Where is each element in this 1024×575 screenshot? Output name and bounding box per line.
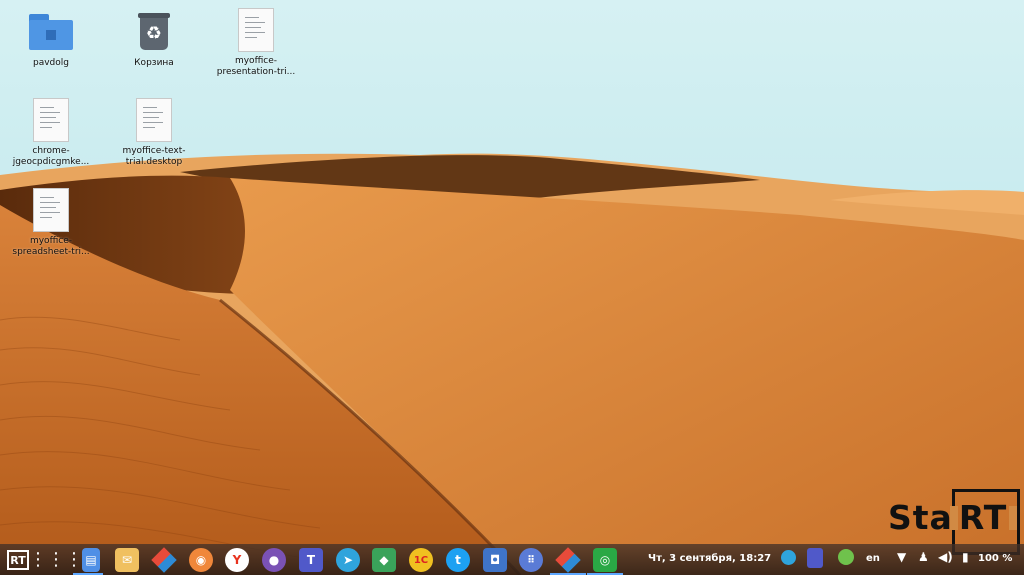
teams-tray-icon[interactable] bbox=[807, 548, 823, 571]
maps-button[interactable]: ◆ bbox=[371, 547, 397, 573]
chrome-app-icon: ◎ bbox=[593, 548, 617, 572]
file-manager-button[interactable]: ▤ bbox=[78, 547, 104, 573]
twitter-icon: t bbox=[446, 548, 470, 572]
trash-icon: ♻ bbox=[130, 10, 178, 54]
maps-icon: ◆ bbox=[372, 548, 396, 572]
chrome-app-button[interactable]: ◎ bbox=[592, 547, 618, 573]
logo-text-boxed: RT bbox=[958, 498, 1008, 537]
home-folder-icon bbox=[27, 10, 75, 54]
desktop-icon-presentation[interactable]: myoffice-presentation-tri... bbox=[208, 8, 304, 78]
desktop-icon-trash[interactable]: ♻ Корзина bbox=[106, 10, 202, 69]
desktop-icon-label: myoffice-text-trial.desktop bbox=[122, 146, 186, 167]
desktop-file-icon bbox=[232, 8, 280, 52]
desktop-file-icon bbox=[27, 188, 75, 232]
yandex-browser-icon: Y bbox=[225, 548, 249, 572]
desktop-icon-label: myoffice-presentation-tri... bbox=[216, 56, 296, 77]
desktop: pavdolg ♻ Корзина myoffice-presentation-… bbox=[0, 0, 1024, 575]
firefox-icon: ◉ bbox=[189, 548, 213, 572]
firefox-button[interactable]: ◉ bbox=[188, 547, 214, 573]
screenshot-icon: ◘ bbox=[483, 548, 507, 572]
wifi-icon[interactable]: ▼ bbox=[897, 550, 906, 564]
myoffice-icon bbox=[151, 547, 177, 573]
file-manager-icon: ▤ bbox=[82, 548, 100, 572]
start-menu-button[interactable]: RT bbox=[5, 547, 31, 573]
rt-logo-icon: RT bbox=[7, 550, 29, 570]
start-logo: Sta RT bbox=[886, 488, 1022, 555]
apps-button[interactable]: ⠿ bbox=[518, 547, 544, 573]
mail-icon: ✉ bbox=[115, 548, 139, 572]
yandex-browser-button[interactable]: Y bbox=[224, 547, 250, 573]
update-icon[interactable] bbox=[838, 549, 854, 568]
desktop-icon-label: chrome-jgeocpdicgmke... bbox=[12, 146, 90, 167]
telegram-button[interactable]: ➤ bbox=[335, 547, 361, 573]
desktop-icon-home[interactable]: pavdolg bbox=[3, 10, 99, 69]
myoffice-button[interactable] bbox=[151, 547, 177, 573]
mail-button[interactable]: ✉ bbox=[114, 547, 140, 573]
myoffice-button-2[interactable] bbox=[555, 547, 581, 573]
apps-icon: ⠿ bbox=[519, 548, 543, 572]
clock[interactable]: Чт, 3 сентября, 18:27 bbox=[648, 553, 771, 564]
keyboard-layout[interactable]: en bbox=[866, 553, 880, 564]
vpn-icon[interactable]: ♟ bbox=[918, 550, 929, 564]
telegram-tray-icon[interactable] bbox=[781, 550, 796, 568]
desktop-icon-text[interactable]: myoffice-text-trial.desktop bbox=[106, 98, 202, 168]
desktop-file-icon bbox=[130, 98, 178, 142]
desktop-icon-chrome[interactable]: chrome-jgeocpdicgmke... bbox=[3, 98, 99, 168]
battery-percent: 100 % bbox=[978, 553, 1013, 564]
pidgin-button[interactable]: ● bbox=[261, 547, 287, 573]
telegram-icon: ➤ bbox=[336, 548, 360, 572]
screenshot-button[interactable]: ◘ bbox=[482, 547, 508, 573]
myoffice-icon bbox=[555, 547, 581, 573]
desktop-file-icon bbox=[27, 98, 75, 142]
logo-text-left: Sta bbox=[888, 498, 953, 537]
taskbar: RT ⋮⋮⋮ ▤ ✉ ◉ Y ● T ➤ ◆ 1C t ◘ ⠿ ◎ Чт, 3 … bbox=[0, 544, 1024, 575]
teams-icon: T bbox=[299, 548, 323, 572]
app-grid-icon: ⋮⋮⋮ bbox=[29, 549, 83, 570]
teams-button[interactable]: T bbox=[298, 547, 324, 573]
twitter-button[interactable]: t bbox=[445, 547, 471, 573]
desktop-icon-label: pavdolg bbox=[33, 58, 69, 68]
app-grid-button[interactable]: ⋮⋮⋮ bbox=[29, 547, 83, 573]
1c-icon: 1C bbox=[409, 548, 433, 572]
desktop-icon-spreadsheet[interactable]: myoffice-spreadsheet-tri... bbox=[3, 188, 99, 258]
pidgin-icon: ● bbox=[262, 548, 286, 572]
battery-icon[interactable]: ▮ bbox=[962, 550, 969, 564]
volume-icon[interactable]: ◀) bbox=[938, 550, 953, 564]
desktop-icon-label: Корзина bbox=[134, 58, 174, 68]
desktop-icon-label: myoffice-spreadsheet-tri... bbox=[12, 236, 90, 257]
1c-button[interactable]: 1C bbox=[408, 547, 434, 573]
desert-wallpaper bbox=[0, 0, 1024, 575]
